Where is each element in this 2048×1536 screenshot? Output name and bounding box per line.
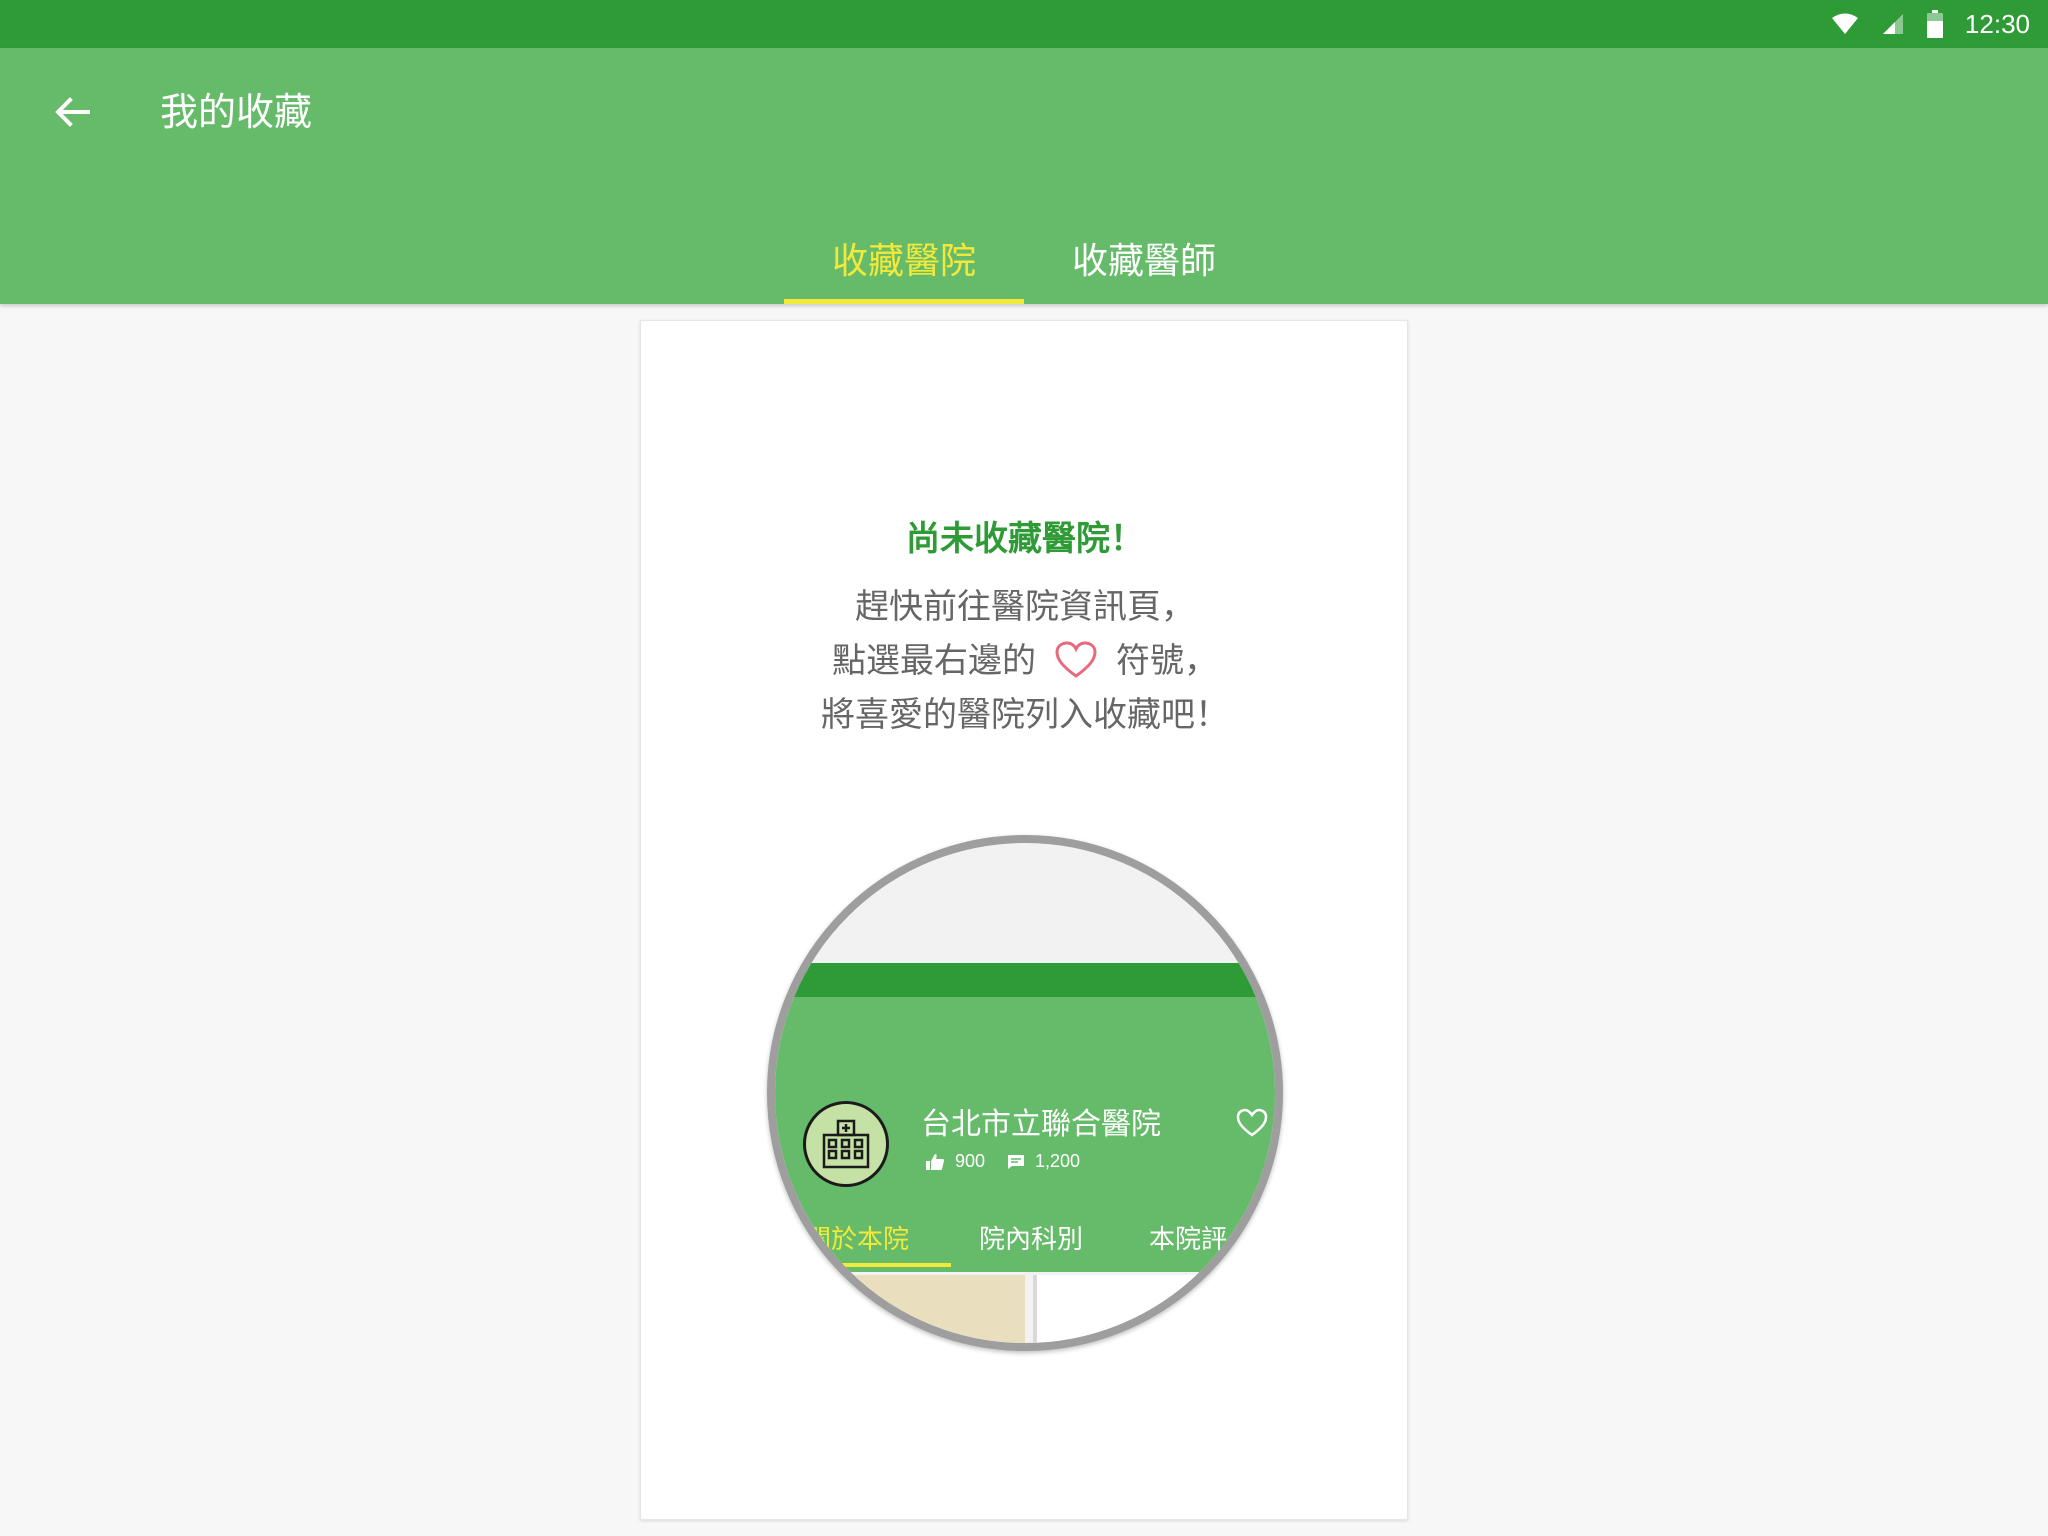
page-title: 我的收藏 — [160, 90, 313, 134]
empty-state-title: 尚未收藏醫院！ — [906, 519, 1144, 559]
illustration-content-image — [825, 1275, 1025, 1343]
empty-state-line-2-start: 點選最右邊的 — [832, 641, 1036, 681]
empty-state-line-2: 點選最右邊的 符號， — [641, 635, 1409, 687]
signal-icon — [1882, 14, 1903, 34]
heart-outline-icon — [1055, 640, 1097, 678]
empty-state-line-3: 將喜愛的醫院列入收藏吧！ — [821, 695, 1229, 735]
hospital-avatar — [803, 1101, 889, 1187]
status-time: 12:30 — [1964, 8, 2030, 39]
illustration-hospital-name: 台北市立聯合醫院 — [921, 1107, 1161, 1142]
illustration-tab-indicator — [775, 1263, 951, 1267]
favorite-heart-icon — [1236, 1108, 1268, 1137]
wifi-icon — [1831, 13, 1858, 34]
arrow-back-icon — [55, 97, 90, 127]
hospital-building-icon — [822, 1119, 870, 1169]
thumb-up-icon — [926, 1153, 944, 1170]
app-bar: 我的收藏 收藏醫院 收藏醫師 — [0, 48, 2048, 304]
illustration-tab-reviews: 本院評 — [1149, 1225, 1228, 1255]
tab-favorite-doctors[interactable]: 收藏醫師 — [1024, 224, 1264, 304]
tab-indicator — [784, 299, 1024, 304]
status-icons: 12:30 — [1831, 0, 2030, 48]
status-bar: 12:30 — [0, 0, 2048, 48]
tab-label: 收藏醫師 — [1071, 241, 1216, 282]
illustration-likes: 900 — [925, 1151, 985, 1172]
tab-favorite-hospitals[interactable]: 收藏醫院 — [784, 224, 1024, 304]
illustration-tab-about: 關於本院 — [805, 1225, 910, 1255]
illustration-toolbar — [775, 963, 1275, 997]
empty-state-line-1: 趕快前往醫院資訊頁， — [855, 587, 1195, 627]
comments-count: 1,200 — [1035, 1151, 1081, 1171]
empty-state-line-2-end: 符號， — [1116, 641, 1218, 681]
illustration-tab-departments: 院內科別 — [979, 1225, 1084, 1255]
comment-icon — [1008, 1154, 1024, 1169]
magnifier-illustration: 台北市立聯合醫院 900 1,200 關於本院 院內科別 本院評 — [767, 835, 1283, 1351]
empty-state-card: 尚未收藏醫院！ 趕快前往醫院資訊頁， 點選最右邊的 符號， 將喜愛的醫院列入收藏吧… — [640, 320, 1408, 1520]
illustration-comments: 1,200 — [1007, 1151, 1080, 1172]
tab-label: 收藏醫院 — [831, 241, 976, 282]
back-button[interactable] — [48, 88, 96, 136]
battery-icon — [1926, 10, 1943, 38]
likes-count: 900 — [955, 1151, 986, 1171]
illustration-content-panel — [1033, 1275, 1275, 1343]
